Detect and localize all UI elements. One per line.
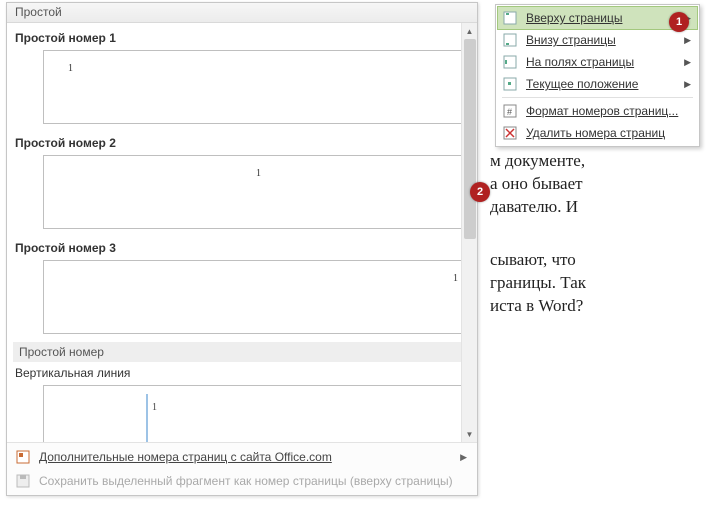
gallery-item-label: Простой номер 2 xyxy=(13,132,471,153)
page-number-sample: 1 xyxy=(152,402,157,413)
footer-label: Дополнительные номера страниц с сайта Of… xyxy=(39,450,332,464)
page-bottom-icon xyxy=(502,32,518,48)
menu-format-page-numbers[interactable]: # Формат номеров страниц... xyxy=(498,100,697,122)
menu-label: Текущее положение xyxy=(526,77,638,91)
scroll-up-button[interactable]: ▲ xyxy=(462,23,477,39)
scroll-down-button[interactable]: ▼ xyxy=(462,426,477,442)
menu-label: Внизу страницы xyxy=(526,33,616,47)
menu-label: На полях страницы xyxy=(526,55,634,69)
menu-top-of-page[interactable]: Вверху страницы ▶ xyxy=(498,7,697,29)
gallery-header: Простой xyxy=(7,3,477,23)
document-background-text: м документе, а оно бывает давателю. И сы… xyxy=(490,150,670,318)
menu-page-margins[interactable]: На полях страницы ▶ xyxy=(498,51,697,73)
footer-label: Сохранить выделенный фрагмент как номер … xyxy=(39,474,453,488)
menu-bottom-of-page[interactable]: Внизу страницы ▶ xyxy=(498,29,697,51)
menu-remove-page-numbers[interactable]: Удалить номера страниц xyxy=(498,122,697,144)
page-number-sample: 1 xyxy=(453,273,458,284)
format-icon: # xyxy=(502,103,518,119)
page-top-icon xyxy=(502,10,518,26)
gallery-scrollbar[interactable]: ▲ ▼ xyxy=(461,23,477,442)
doc-line: а оно бывает xyxy=(490,173,670,196)
menu-label: Удалить номера страниц xyxy=(526,126,665,140)
gallery-footer: Дополнительные номера страниц с сайта Of… xyxy=(7,442,477,495)
scroll-thumb[interactable] xyxy=(464,39,476,239)
submenu-arrow-icon: ▶ xyxy=(684,79,691,90)
menu-current-position[interactable]: Текущее положение ▶ xyxy=(498,73,697,95)
office-icon xyxy=(15,449,31,465)
annotation-bullet-2: 2 xyxy=(470,182,490,202)
gallery-item-preview-right[interactable]: 1 xyxy=(43,260,477,334)
doc-line: сывают, что xyxy=(490,249,670,272)
annotation-bullet-1: 1 xyxy=(669,12,689,32)
save-selection-as-page-number: Сохранить выделенный фрагмент как номер … xyxy=(7,469,477,493)
submenu-arrow-icon: ▶ xyxy=(684,57,691,68)
gallery-section-header: Простой номер xyxy=(13,342,471,362)
doc-line: м документе, xyxy=(490,150,670,173)
doc-line: границы. Так xyxy=(490,272,670,295)
gallery-item-label: Вертикальная линия xyxy=(13,362,471,383)
submenu-arrow-icon: ▶ xyxy=(460,452,467,463)
more-page-numbers-office[interactable]: Дополнительные номера страниц с сайта Of… xyxy=(7,445,477,469)
page-number-sample: 1 xyxy=(68,63,73,74)
page-current-icon xyxy=(502,76,518,92)
doc-line: давателю. И xyxy=(490,196,670,219)
svg-text:#: # xyxy=(507,107,512,117)
submenu-arrow-icon: ▶ xyxy=(684,35,691,46)
gallery-item-preview-center[interactable]: 1 xyxy=(43,155,477,229)
gallery-item-label: Простой номер 1 xyxy=(13,27,471,48)
gallery-item-preview-vline[interactable]: 1 xyxy=(43,385,477,442)
page-margins-icon xyxy=(502,54,518,70)
page-number-sample: 1 xyxy=(256,168,261,179)
save-icon xyxy=(15,473,31,489)
remove-icon xyxy=(502,125,518,141)
page-number-gallery: Простой Простой номер 1 1 Простой номер … xyxy=(6,2,478,496)
gallery-body: Простой номер 1 1 Простой номер 2 1 Прос… xyxy=(7,23,477,442)
menu-separator xyxy=(502,97,693,98)
vertical-line-decoration xyxy=(146,394,148,442)
gallery-item-preview-left[interactable]: 1 xyxy=(43,50,477,124)
gallery-item-label: Простой номер 3 xyxy=(13,237,471,258)
menu-label: Вверху страницы xyxy=(526,11,622,25)
doc-line: иста в Word? xyxy=(490,295,670,318)
menu-label: Формат номеров страниц... xyxy=(526,104,678,118)
